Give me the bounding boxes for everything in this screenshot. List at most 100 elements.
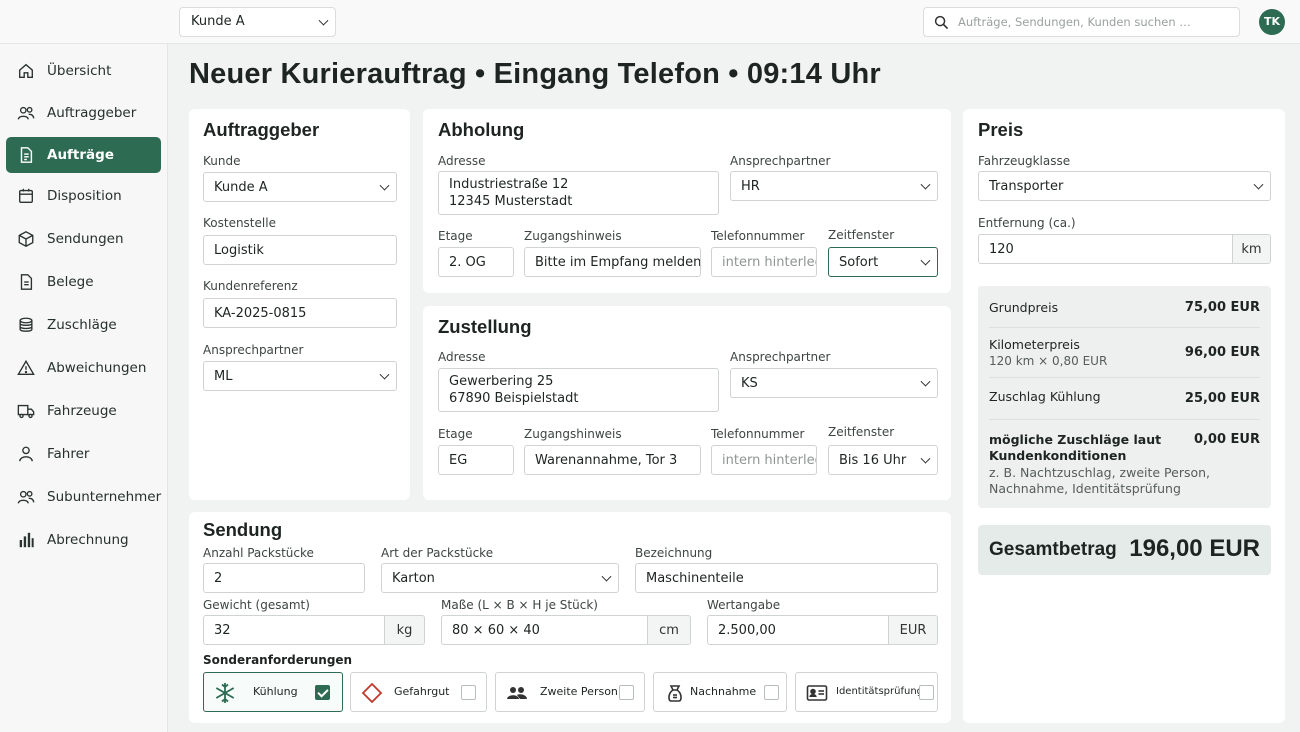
anzahl-value: 2: [214, 570, 223, 586]
zustellung-ansprechpartner-select[interactable]: KS: [730, 368, 938, 398]
sidebar-item-zuschlaege[interactable]: Zuschläge: [6, 307, 161, 343]
gewicht-field[interactable]: 32 kg: [203, 615, 425, 645]
grundpreis-label: Grundpreis: [989, 300, 1059, 315]
sidebar-item-label: Zuschläge: [47, 317, 117, 333]
sidebar-item-abweichungen[interactable]: Abweichungen: [6, 350, 161, 386]
option-label: Gefahrgut: [394, 685, 450, 698]
document-icon: [20, 147, 33, 163]
search-input[interactable]: [958, 8, 1228, 36]
group-icon: [17, 490, 35, 504]
wert-field[interactable]: 2.500,00 EUR: [707, 615, 938, 645]
ansprechpartner-label: Ansprechpartner: [730, 154, 831, 168]
option-identitaetspruefung[interactable]: Identitätsprüfung: [795, 672, 938, 712]
customer-select-value: Kunde A: [191, 14, 245, 29]
identitaetspruefung-checkbox[interactable]: [919, 685, 934, 700]
zugangshinweis-label: Zugangshinweis: [524, 427, 622, 441]
auftraggeber-title: Auftraggeber: [203, 119, 320, 140]
abholung-adresse-field[interactable]: Industriestraße 12 12345 Musterstadt: [438, 171, 719, 215]
cash-icon: [668, 685, 682, 702]
ansprechpartner-select[interactable]: ML: [203, 361, 397, 391]
zustellung-zugangshinweis-field[interactable]: Warenannahme, Tor 3: [524, 445, 701, 475]
home-icon: [19, 63, 33, 78]
snowflake-icon: [215, 683, 235, 703]
customer-select[interactable]: Kunde A: [179, 7, 336, 37]
sidebar-item-label: Abweichungen: [47, 360, 147, 376]
sidebar: Übersicht Auftraggeber Aufträge Disposit…: [0, 44, 168, 732]
fahrzeugklasse-select[interactable]: Transporter: [978, 171, 1271, 201]
abholung-card: Abholung Adresse Industriestraße 12 1234…: [423, 109, 951, 293]
entfernung-unit: km: [1232, 235, 1270, 263]
chevron-down-icon: [920, 453, 931, 464]
adresse-label: Adresse: [438, 350, 486, 364]
id-card-icon: [806, 685, 828, 701]
zeitfenster-value: Sofort: [839, 254, 879, 270]
gewicht-value: 32: [214, 622, 231, 638]
sidebar-item-disposition[interactable]: Disposition: [6, 178, 161, 214]
sonderanforderungen-label: Sonderanforderungen: [203, 653, 353, 667]
zustellung-adresse-field[interactable]: Gewerbering 25 67890 Beispielstadt: [438, 368, 719, 412]
masse-value: 80 × 60 × 40: [452, 622, 540, 638]
option-kuehlung[interactable]: Kühlung: [203, 672, 343, 712]
sidebar-item-belege[interactable]: Belege: [6, 264, 161, 300]
bezeichnung-field[interactable]: Maschinenteile: [635, 563, 938, 593]
kuehlung-checkbox[interactable]: [315, 685, 330, 700]
abholung-telefon-field[interactable]: intern hinterlegt: [711, 247, 817, 277]
kundenreferenz-value: KA-2025-0815: [214, 305, 307, 321]
option-nachnahme[interactable]: Nachnahme: [653, 672, 787, 712]
moegliche-zuschlaege-line1: mögliche Zuschläge laut: [989, 432, 1162, 447]
gesamtbetrag-box: Gesamtbetrag 196,00 EUR: [978, 525, 1271, 575]
ansprechpartner-value: HR: [741, 178, 760, 194]
abholung-etage-field[interactable]: 2. OG: [438, 247, 514, 277]
sidebar-item-auftraege[interactable]: Aufträge: [6, 137, 161, 173]
sidebar-item-fahrzeuge[interactable]: Fahrzeuge: [6, 393, 161, 429]
person-icon: [19, 446, 33, 462]
art-select[interactable]: Karton: [381, 563, 619, 593]
sidebar-item-sendungen[interactable]: Sendungen: [6, 221, 161, 257]
abholung-zeitfenster-select[interactable]: Sofort: [828, 247, 938, 277]
zustellung-etage-field[interactable]: EG: [438, 445, 514, 475]
kilometerpreis-label: Kilometerpreis: [989, 337, 1080, 352]
kostenstelle-label: Kostenstelle: [203, 216, 276, 230]
masse-field[interactable]: 80 × 60 × 40 cm: [441, 615, 691, 645]
kostenstelle-field[interactable]: Logistik: [203, 235, 397, 265]
moegliche-zuschlaege-line2: Kundenkonditionen: [989, 448, 1127, 463]
top-bar: Kunde A TK: [0, 0, 1300, 44]
ansprechpartner-label: Ansprechpartner: [203, 343, 304, 357]
zustellung-card: Zustellung Adresse Gewerbering 25 67890 …: [423, 306, 951, 500]
option-label: Nachnahme: [690, 685, 757, 698]
etage-label: Etage: [438, 427, 473, 441]
option-gefahrgut[interactable]: Gefahrgut: [350, 672, 487, 712]
kundenreferenz-label: Kundenreferenz: [203, 279, 298, 293]
price-row-kuehlung: Zuschlag Kühlung 25,00 EUR: [989, 378, 1260, 420]
sidebar-item-label: Auftraggeber: [47, 105, 137, 121]
zustellung-telefon-field[interactable]: intern hinterlegt: [711, 445, 817, 475]
zustellung-zeitfenster-select[interactable]: Bis 16 Uhr: [828, 445, 938, 475]
bar-chart-icon: [19, 532, 34, 548]
two-persons-icon: [507, 687, 527, 699]
etage-value: EG: [449, 452, 468, 468]
entfernung-field[interactable]: 120 km: [978, 234, 1271, 264]
sidebar-item-abrechnung[interactable]: Abrechnung: [6, 522, 161, 558]
search-box[interactable]: [923, 7, 1240, 37]
kunde-select[interactable]: Kunde A: [203, 172, 397, 202]
abholung-zugangshinweis-field[interactable]: Bitte im Empfang melden: [524, 247, 701, 277]
chevron-down-icon: [920, 179, 931, 190]
sidebar-item-uebersicht[interactable]: Übersicht: [6, 53, 161, 89]
anzahl-field[interactable]: 2: [203, 563, 365, 593]
nachnahme-checkbox[interactable]: [764, 685, 779, 700]
sidebar-item-fahrer[interactable]: Fahrer: [6, 436, 161, 472]
price-row-grundpreis: Grundpreis 75,00 EUR: [989, 286, 1260, 328]
kundenreferenz-field[interactable]: KA-2025-0815: [203, 298, 397, 328]
adresse-line1: Gewerbering 25: [449, 374, 554, 389]
ansprechpartner-value: ML: [214, 368, 233, 384]
sidebar-item-auftraggeber[interactable]: Auftraggeber: [6, 95, 161, 131]
abholung-ansprechpartner-select[interactable]: HR: [730, 171, 938, 201]
zweite-person-checkbox[interactable]: [619, 685, 634, 700]
kuehlung-zuschlag-label: Zuschlag Kühlung: [989, 389, 1101, 404]
option-zweite-person[interactable]: Zweite Person: [495, 672, 645, 712]
search-icon: [934, 15, 949, 30]
sidebar-item-subunternehmer[interactable]: Subunternehmer: [6, 479, 161, 515]
page-title: Neuer Kurierauftrag • Eingang Telefon • …: [189, 58, 881, 90]
gefahrgut-checkbox[interactable]: [461, 685, 476, 700]
avatar[interactable]: TK: [1259, 9, 1285, 35]
